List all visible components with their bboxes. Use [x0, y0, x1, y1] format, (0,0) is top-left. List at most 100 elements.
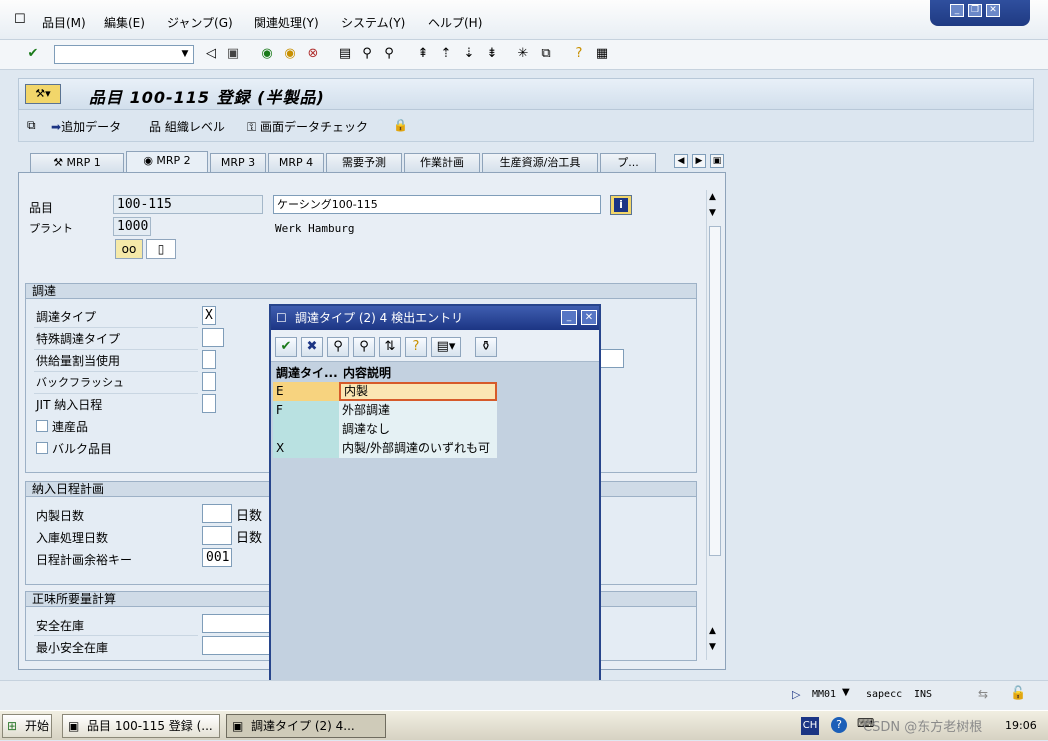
- last-page-icon[interactable]: ⇟: [483, 45, 501, 63]
- menu-edit[interactable]: 編集(E): [104, 14, 145, 31]
- add-data-icon[interactable]: ⧉: [27, 118, 36, 133]
- tab-scroll-left-icon[interactable]: ◀: [674, 154, 688, 168]
- tab-prt[interactable]: 生産資源/治工具: [482, 153, 598, 172]
- tab-forecast[interactable]: 需要予測: [326, 153, 402, 172]
- glasses-icon[interactable]: oo: [115, 239, 143, 259]
- find-next-icon[interactable]: ⚲: [353, 337, 375, 357]
- shortcut-icon[interactable]: ⧉: [537, 45, 555, 63]
- save-icon[interactable]: ▣: [224, 45, 242, 63]
- screen-check-button[interactable]: ⚿ 画面データチェック: [247, 118, 368, 135]
- restore-icon[interactable]: ❐: [968, 4, 982, 17]
- first-page-icon[interactable]: ⇞: [414, 45, 432, 63]
- row-divider: [34, 327, 198, 328]
- tab-list-icon[interactable]: ▣: [710, 154, 724, 168]
- command-field[interactable]: ▼: [54, 45, 194, 64]
- org-level-button[interactable]: 品 組織レベル: [149, 118, 225, 135]
- back-arrow-icon[interactable]: ◁: [202, 45, 220, 63]
- list-item[interactable]: E 内製: [273, 382, 497, 401]
- previous-page-icon[interactable]: ⇡: [437, 45, 455, 63]
- tab-mrp1[interactable]: ⚒ MRP 1: [30, 153, 124, 172]
- menu-material[interactable]: 品目(M): [42, 14, 86, 31]
- org-level-icon: 品: [149, 120, 165, 134]
- tab-mrp4[interactable]: MRP 4: [268, 153, 324, 172]
- tab-more[interactable]: プ...: [600, 153, 656, 172]
- inhouse-production-field[interactable]: [202, 504, 232, 523]
- tab-work-scheduling[interactable]: 作業計画: [404, 153, 480, 172]
- plant-label: プラント: [29, 222, 73, 235]
- info-help-icon[interactable]: ?: [405, 337, 427, 357]
- info-button[interactable]: i: [610, 195, 632, 215]
- procurement-type-field[interactable]: X: [202, 306, 216, 325]
- tab-mrp3[interactable]: MRP 3: [210, 153, 266, 172]
- coproduct-checkbox[interactable]: [36, 420, 48, 432]
- taskbar-item-dialog[interactable]: ▣ 調達タイプ (2) 4...: [226, 714, 386, 738]
- gr-processing-field[interactable]: [202, 526, 232, 545]
- backflush-field[interactable]: [202, 372, 216, 391]
- procurement-group-title: 調達: [26, 284, 696, 299]
- minimize-icon[interactable]: _: [950, 4, 964, 17]
- special-procurement-field[interactable]: [202, 328, 224, 347]
- help-icon[interactable]: ?: [831, 717, 847, 733]
- menu-jump[interactable]: ジャンプ(G): [167, 14, 233, 31]
- exit-icon[interactable]: ◉: [281, 45, 299, 63]
- close-icon[interactable]: ✕: [986, 4, 1000, 17]
- row-divider: [34, 635, 198, 636]
- list-item[interactable]: F 外部調達: [273, 401, 497, 420]
- tab-mrp1-icon: ⚒: [53, 156, 67, 169]
- dialog-icon: ☐: [276, 311, 287, 325]
- cancel-icon[interactable]: ⊗: [304, 45, 322, 63]
- layout-menu-icon[interactable]: ▦: [593, 45, 611, 63]
- play-icon[interactable]: ▷: [792, 688, 800, 701]
- vertical-scrollbar[interactable]: ▲ ▼ ▲ ▼: [706, 190, 722, 660]
- start-button[interactable]: ⊞ 开始: [2, 714, 52, 738]
- scroll-down-icon[interactable]: ▼: [709, 208, 716, 218]
- refresh-icon[interactable]: ⇅: [379, 337, 401, 357]
- tab-scroll-right-icon[interactable]: ▶: [692, 154, 706, 168]
- print-icon[interactable]: ▤: [336, 45, 354, 63]
- next-page-icon[interactable]: ⇣: [460, 45, 478, 63]
- list-item[interactable]: 調達なし: [273, 420, 497, 439]
- print-dropdown-icon[interactable]: ▤▾: [431, 337, 461, 357]
- menu-system[interactable]: システム(Y): [341, 14, 405, 31]
- sched-margin-field[interactable]: 001: [202, 548, 232, 567]
- jit-field[interactable]: [202, 394, 216, 413]
- add-data-button[interactable]: ➡追加データ: [51, 118, 121, 135]
- help-icon[interactable]: ?: [570, 45, 588, 63]
- chevron-down-icon[interactable]: ▼: [842, 687, 850, 698]
- taskbar-item-material[interactable]: ▣ 品目 100-115 登録 (...: [62, 714, 220, 738]
- personal-list-icon[interactable]: ⚱: [475, 337, 497, 357]
- bulk-material-checkbox[interactable]: [36, 442, 48, 454]
- document-icon[interactable]: ▯: [146, 239, 176, 259]
- column-header-code[interactable]: 調達タイ...: [276, 364, 338, 381]
- find-next-icon[interactable]: ⚲: [380, 45, 398, 63]
- watermark-text: CSDN @东方老树根: [863, 720, 983, 735]
- minimize-icon[interactable]: _: [561, 310, 577, 325]
- find-icon[interactable]: ⚲: [327, 337, 349, 357]
- scroll-up-icon[interactable]: ▲: [709, 626, 716, 636]
- tab-mrp2[interactable]: ◉ MRP 2: [126, 151, 208, 172]
- list-item[interactable]: X 内製/外部調達のいずれも可: [273, 439, 497, 458]
- confirm-icon[interactable]: ✔: [275, 337, 297, 357]
- new-session-icon[interactable]: ✳: [514, 45, 532, 63]
- procurement-type-label: 調達タイプ: [36, 310, 97, 324]
- sap-menu-icon[interactable]: ☐: [14, 12, 26, 27]
- close-icon[interactable]: ✕: [581, 310, 597, 325]
- lock-icon[interactable]: 🔒: [393, 118, 408, 132]
- language-indicator[interactable]: CH: [801, 717, 819, 735]
- menu-help[interactable]: ヘルプ(H): [428, 14, 482, 31]
- scroll-up-icon[interactable]: ▲: [709, 192, 716, 202]
- backflush-label: バックフラッシュ: [36, 376, 124, 389]
- quota-field[interactable]: [202, 350, 216, 369]
- back-icon[interactable]: ◉: [258, 45, 276, 63]
- unlock-icon[interactable]: 🔓: [1010, 686, 1026, 701]
- enter-check-icon[interactable]: ✔: [24, 45, 42, 63]
- find-icon[interactable]: ⚲: [358, 45, 376, 63]
- display-change-icon[interactable]: ⚒▾: [25, 84, 61, 104]
- column-header-description[interactable]: 内容説明: [343, 364, 391, 381]
- menu-related[interactable]: 関連処理(Y): [254, 14, 319, 31]
- material-description-field[interactable]: ケーシング100-115: [273, 195, 601, 214]
- chevron-down-icon[interactable]: ▼: [178, 47, 192, 62]
- cancel-icon[interactable]: ✖: [301, 337, 323, 357]
- scroll-down-icon[interactable]: ▼: [709, 642, 716, 652]
- scroll-thumb[interactable]: [709, 226, 721, 556]
